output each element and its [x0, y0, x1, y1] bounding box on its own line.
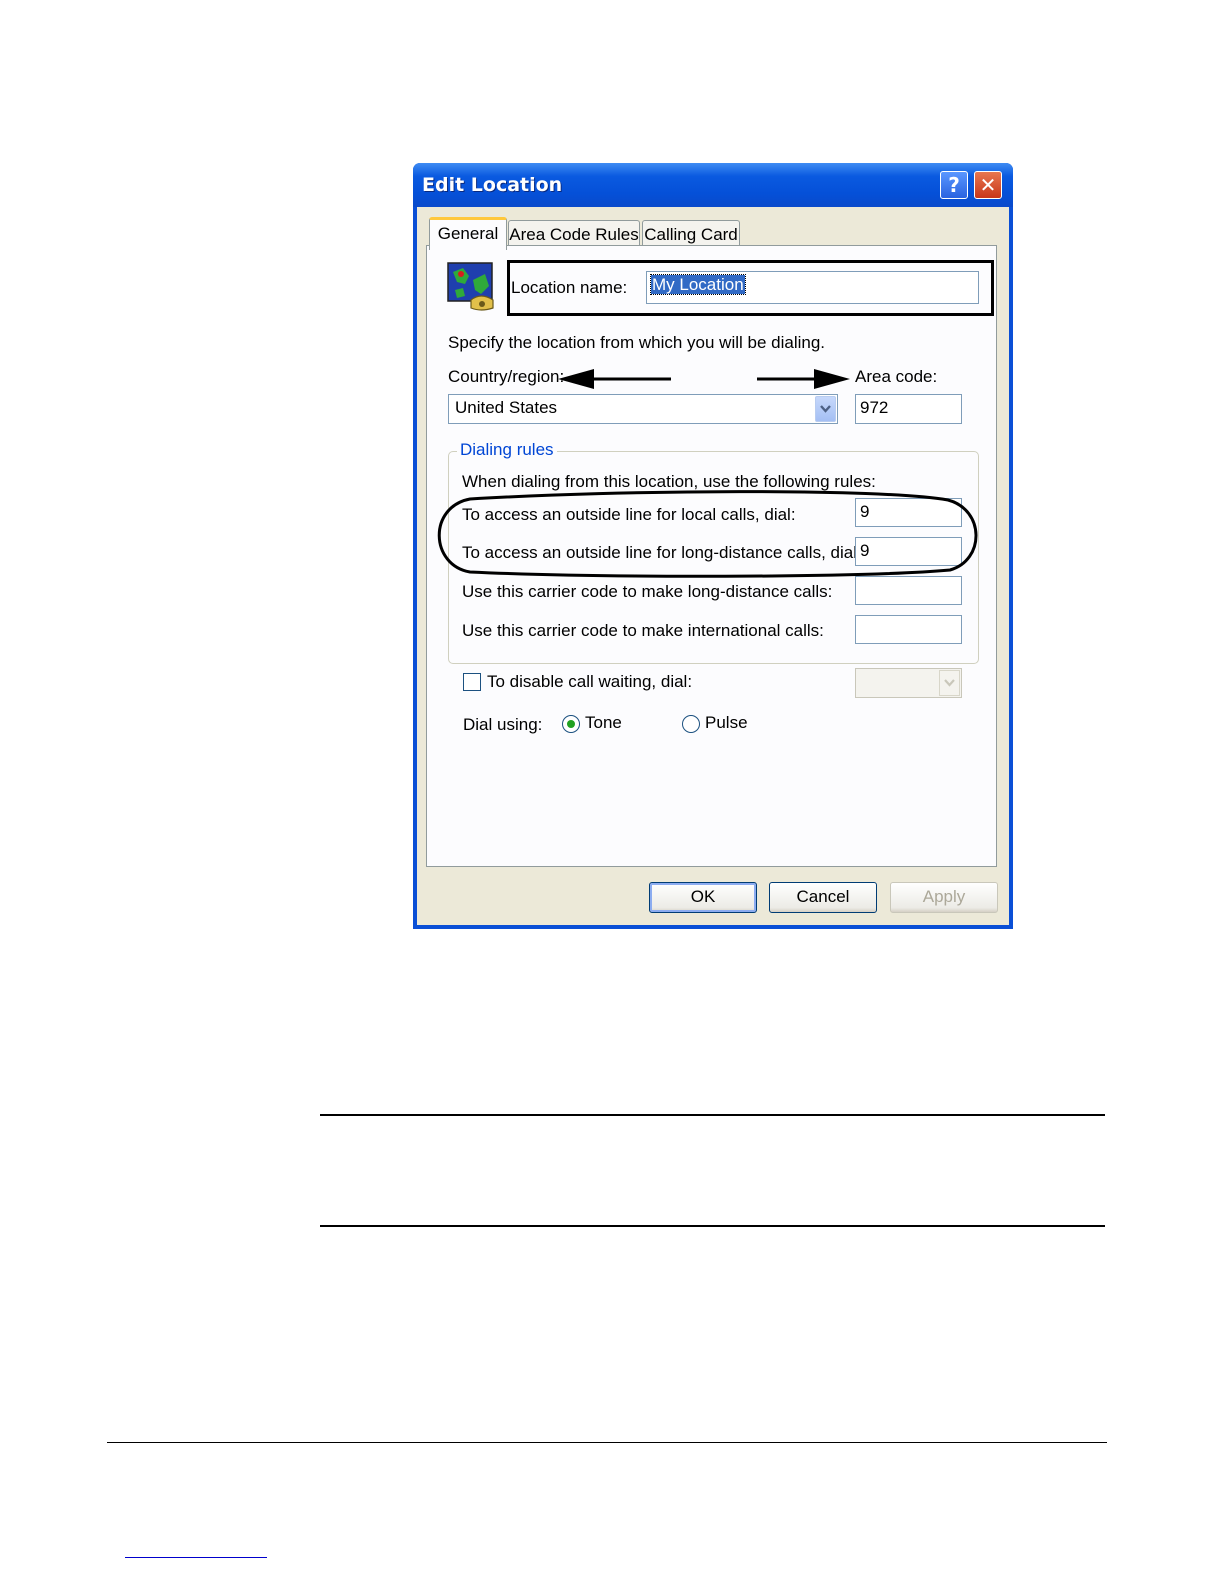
tab-area-code-rules[interactable]: Area Code Rules [508, 220, 640, 248]
area-code-label: Area code: [855, 367, 938, 386]
country-region-select[interactable]: United States [448, 394, 838, 424]
divider-line [320, 1114, 1105, 1116]
footer-rule [107, 1442, 1107, 1443]
dialing-rules-intro: When dialing from this location, use the… [462, 472, 876, 491]
dialog-title: Edit Location [422, 174, 563, 196]
call-waiting-checkbox[interactable] [463, 673, 481, 691]
divider-line [320, 1225, 1105, 1227]
call-waiting-label: To disable call waiting, dial: [487, 672, 693, 691]
country-region-value: United States [455, 398, 558, 417]
pulse-label: Pulse [705, 713, 748, 732]
long-distance-value: 9 [860, 541, 870, 560]
dialing-rules-title: Dialing rules [457, 440, 557, 460]
carrier-international-label: Use this carrier code to make internatio… [462, 621, 824, 640]
carrier-long-distance-input[interactable] [855, 576, 962, 605]
title-bar[interactable]: Edit Location ? ✕ [413, 163, 1013, 207]
dial-using-label: Dial using: [463, 715, 543, 734]
call-waiting-select [855, 668, 962, 698]
carrier-long-distance-label: Use this carrier code to make long-dista… [462, 582, 833, 601]
ok-button[interactable]: OK [649, 882, 757, 913]
tab-calling-card[interactable]: Calling Card [642, 220, 740, 248]
help-button[interactable]: ? [940, 171, 968, 199]
area-code-value: 972 [860, 398, 889, 417]
tone-label: Tone [585, 713, 622, 732]
pulse-radio[interactable] [682, 715, 700, 733]
specify-location-text: Specify the location from which you will… [448, 333, 826, 352]
long-distance-label: To access an outside line for long-dista… [462, 543, 862, 562]
carrier-international-input[interactable] [855, 615, 962, 644]
radio-selected-dot [567, 720, 575, 728]
local-calls-label: To access an outside line for local call… [462, 505, 796, 524]
chevron-down-icon [939, 670, 960, 696]
tone-radio[interactable] [562, 715, 580, 733]
chevron-down-icon[interactable] [815, 396, 836, 422]
local-calls-value: 9 [860, 502, 870, 521]
area-code-input[interactable]: 972 [855, 394, 962, 424]
dialing-rules-group: Dialing rules When dialing from this loc… [448, 440, 979, 664]
general-tab-panel: Location name: My Location Specify the l… [426, 245, 997, 867]
location-name-callout-box [507, 260, 994, 316]
tab-general[interactable]: General [429, 217, 507, 250]
country-region-label: Country/region: [448, 367, 565, 386]
location-phone-icon [447, 262, 497, 312]
cancel-button[interactable]: Cancel [769, 882, 877, 913]
long-distance-input[interactable]: 9 [855, 537, 962, 566]
footer-link-underline [125, 1557, 267, 1558]
close-button[interactable]: ✕ [974, 171, 1002, 199]
apply-button[interactable]: Apply [890, 882, 998, 913]
local-calls-input[interactable]: 9 [855, 498, 962, 527]
